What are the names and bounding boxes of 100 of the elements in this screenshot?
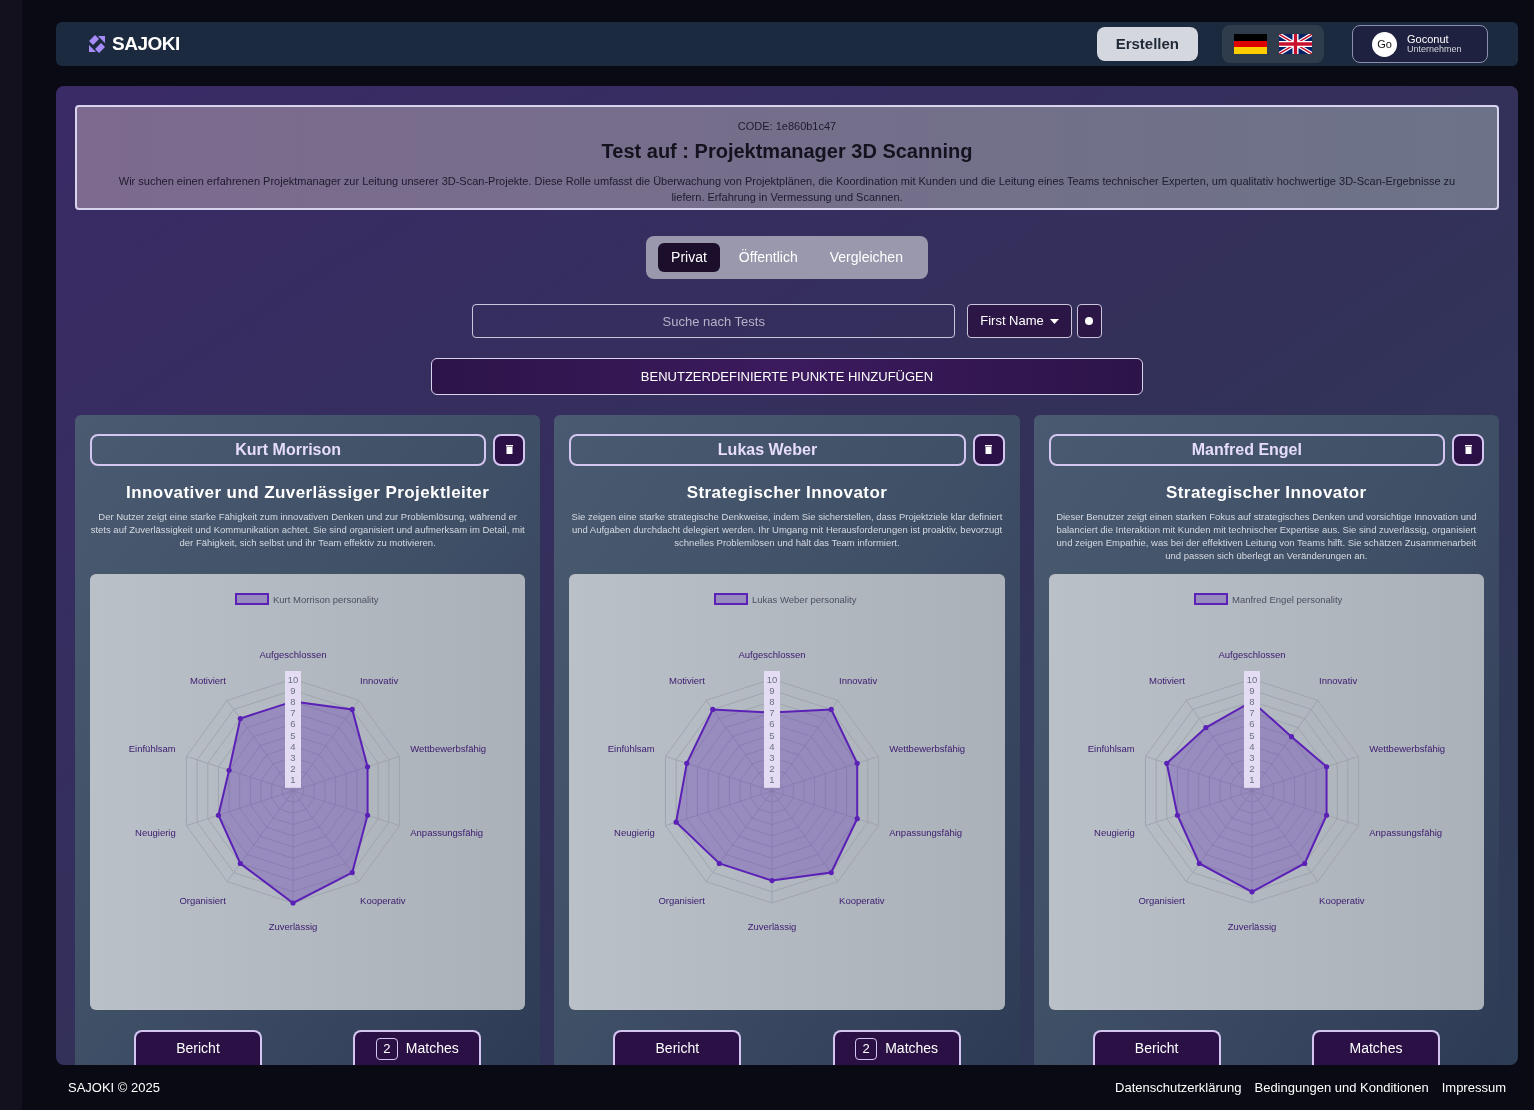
trash-icon	[1464, 445, 1472, 454]
trash-icon	[505, 445, 513, 454]
logo-text[interactable]: SAJOKI	[112, 29, 180, 59]
account-button[interactable]: Go Goconut Unternehmen	[1352, 25, 1488, 63]
axis-label: Wettbewerbsfähig	[889, 742, 966, 754]
axis-label: Zuverlässig	[748, 921, 797, 932]
data-point	[226, 767, 232, 773]
legend-label[interactable]: Kurt Morrison personality	[273, 594, 379, 605]
axis-label: Organisiert	[179, 895, 226, 907]
tick-label: 6	[769, 718, 775, 730]
logo-icon	[86, 33, 108, 55]
profile-title: Strategischer Innovator	[686, 481, 888, 504]
matches-label: Matches	[405, 1039, 459, 1058]
data-point	[1249, 889, 1255, 895]
axis-label: Innovativ	[360, 674, 399, 686]
tick-label: 8	[1249, 695, 1255, 707]
axis-label: Aufgeschlossen	[1218, 649, 1286, 660]
data-point	[1323, 812, 1329, 818]
footer-link[interactable]: Datenschutzerklärung	[1115, 1077, 1242, 1098]
tick-label: 2	[290, 763, 296, 775]
tick-label: 1	[1249, 774, 1255, 786]
tick-label: 9	[1249, 684, 1255, 696]
create-button[interactable]: Erstellen	[1096, 27, 1198, 61]
tick-label: 1	[769, 774, 775, 786]
axis-label: Innovativ	[839, 674, 878, 686]
tick-label: 3	[1249, 751, 1255, 763]
axis-label: Einfühlsam	[1087, 742, 1135, 754]
search-field[interactable]: Suche nach Tests	[472, 304, 956, 339]
british-flag-icon[interactable]	[1279, 34, 1312, 54]
tick-label: 5	[769, 729, 775, 741]
data-point	[717, 860, 723, 867]
profile-description: Sie zeigen eine starke strategische Denkweise, indem Sie sicherstellen, dass Projektziele klar definiert und Aufgaben durchdacht delegiert werden. Ihr Umgang mit Herausforderungen ist proaktiv, bevorzugt schnelles Problemlösen und hält das Team informiert.	[570, 510, 1004, 550]
data-point	[1323, 764, 1329, 770]
data-point	[364, 812, 371, 818]
data-point	[684, 760, 690, 766]
axis-label: Anpassungsfähig	[410, 827, 484, 839]
tick-label: 6	[290, 718, 296, 730]
axis-label: Organisiert	[658, 895, 706, 907]
matches-button[interactable]: 2 Matches	[832, 1030, 961, 1065]
data-point	[854, 816, 861, 822]
data-point	[349, 706, 355, 713]
tab[interactable]: Privat	[658, 243, 720, 272]
axis-label: Innovativ	[1318, 674, 1357, 686]
matches-button[interactable]: 2 Matches	[353, 1030, 482, 1065]
delete-button[interactable]	[493, 433, 526, 466]
axis-label: Zuverlässig	[268, 921, 318, 932]
add-custom-points-button[interactable]: BENUTZERDEFINIERTE PUNKTE HINZUFÜGEN	[431, 358, 1143, 395]
sort-dropdown[interactable]: First Name	[967, 304, 1072, 339]
tick-label: 2	[769, 763, 775, 775]
tick-label: 3	[769, 751, 775, 763]
data-point	[237, 715, 243, 722]
candidate-name: Manfred Engel	[1048, 433, 1445, 466]
data-point	[769, 878, 775, 884]
data-point	[1301, 860, 1307, 867]
delete-button[interactable]	[972, 433, 1005, 466]
tick-label: 7	[290, 707, 296, 719]
data-point	[829, 706, 835, 713]
axis-label: Kooperativ	[839, 895, 885, 907]
account-name: Goconut	[1407, 34, 1450, 44]
axis-label: Aufgeschlossen	[738, 649, 806, 660]
report-button[interactable]: Bericht	[134, 1030, 262, 1065]
footer-link[interactable]: Bedingungen und Konditionen	[1254, 1077, 1429, 1098]
candidate-name: Kurt Morrison	[90, 433, 487, 466]
axis-label: Organisiert	[1138, 895, 1185, 907]
axis-label: Kooperativ	[360, 895, 406, 907]
axis-label: Anpassungsfähig	[1368, 827, 1442, 839]
axis-label: Anpassungsfähig	[889, 827, 963, 839]
tick-label: 1	[290, 774, 296, 786]
legend-label[interactable]: Manfred Engel personality	[1231, 594, 1343, 605]
data-point	[1174, 812, 1180, 818]
test-description: Wir suchen einen erfahrenen Projektmanager zur Leitung unserer 3D-Scan-Projekte. Diese Rolle umfasst die Überwachung von Projektplänen, die Koordination mit Kunden und die Leitung eines Teams technischer Experten, um qualitativ hochwertige 3D-Scan-Ergebnisse zu liefern. Erfahrung in Vermessung und Scannen.	[117, 173, 1457, 205]
data-point	[673, 819, 680, 825]
sort-order-button[interactable]	[1076, 304, 1102, 339]
report-button[interactable]: Bericht	[613, 1030, 742, 1065]
tick-label: 3	[290, 751, 296, 763]
data-point	[290, 900, 296, 906]
tick-label: 10	[767, 673, 778, 685]
report-button[interactable]: Bericht	[1092, 1030, 1221, 1065]
tick-label: 10	[1246, 673, 1257, 685]
german-flag-icon[interactable]	[1234, 34, 1267, 54]
data-point	[1196, 860, 1202, 867]
matches-button[interactable]: Matches	[1312, 1030, 1440, 1065]
axis-label: Motiviert	[669, 674, 706, 686]
axis-label: Motiviert	[1148, 674, 1185, 686]
tick-label: 9	[290, 684, 296, 696]
tick-label: 4	[290, 740, 296, 752]
data-point	[237, 860, 243, 867]
data-point	[829, 869, 835, 876]
data-point	[215, 812, 222, 818]
tick-label: 6	[1249, 718, 1255, 730]
legend-label[interactable]: Lukas Weber personality	[752, 594, 857, 605]
tick-label: 4	[769, 740, 775, 752]
axis-label: Kooperativ	[1318, 895, 1365, 907]
axis-label: Neugierig	[1093, 827, 1135, 839]
delete-button[interactable]	[1452, 433, 1484, 466]
footer-link[interactable]: Impressum	[1441, 1077, 1506, 1098]
legend-swatch	[1193, 593, 1228, 605]
axis-label: Einfühlsam	[608, 742, 656, 754]
tick-label: 5	[1249, 729, 1255, 741]
axis-label: Motiviert	[190, 674, 226, 686]
